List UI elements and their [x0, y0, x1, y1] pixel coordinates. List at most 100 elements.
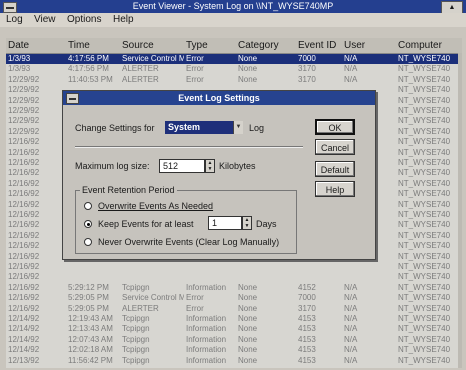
- table-row[interactable]: 12/29/92 11:40:53 PM ALERTER Error None 3170 N…: [6, 75, 462, 85]
- cell-type: Error: [186, 54, 204, 63]
- never-overwrite-radio[interactable]: [84, 238, 92, 246]
- cell-time: 5:29:05 PM: [68, 303, 109, 313]
- cell-source: Tcpipgn: [122, 345, 150, 355]
- table-row[interactable]: 12/14/92 12:13:43 AM Tcpipgn Information Non…: [6, 324, 462, 334]
- help-button[interactable]: Help: [315, 181, 355, 197]
- cell-date: 12/16/92: [8, 293, 40, 303]
- max-size-label: Maximum log size:: [75, 161, 150, 171]
- cell-computer: NT_WYSE740: [398, 137, 451, 147]
- cell-date: 12/29/92: [8, 74, 40, 84]
- cell-date: 12/16/92: [8, 178, 40, 188]
- cell-computer: NT_WYSE740: [398, 220, 451, 230]
- cell-computer: NT_WYSE740: [398, 126, 451, 136]
- cell-time: 5:29:05 PM: [68, 293, 109, 303]
- cell-computer: NT_WYSE740: [398, 116, 451, 126]
- keep-days-unit: Days: [256, 219, 277, 229]
- table-row[interactable]: 12/16/92 NT_WYSE740: [6, 262, 462, 272]
- max-size-spinner[interactable]: ▲ ▼: [205, 159, 215, 173]
- keep-days-input[interactable]: 1: [208, 216, 242, 230]
- menu-options[interactable]: Options: [67, 14, 101, 25]
- table-row[interactable]: 12/16/92 5:29:12 PM Tcpipgn Information None…: [6, 283, 462, 293]
- column-header-type[interactable]: Type: [186, 40, 208, 51]
- cell-computer: NT_WYSE740: [398, 355, 451, 365]
- menu-bar: Log View Options Help: [0, 13, 466, 27]
- cell-computer: NT_WYSE740: [398, 158, 451, 167]
- never-overwrite-label[interactable]: Never Overwrite Events (Clear Log Manual…: [98, 237, 279, 247]
- cell-event-id: 3170: [298, 64, 316, 74]
- cell-time: 4:17:56 PM: [68, 54, 109, 63]
- column-header-computer[interactable]: Computer: [398, 40, 442, 51]
- table-row[interactable]: 12/14/92 12:07:43 AM Tcpipgn Information Non…: [6, 335, 462, 345]
- column-header-source[interactable]: Source: [122, 40, 154, 51]
- event-log-settings-dialog: Event Log Settings Change Settings for S…: [62, 90, 376, 260]
- title-bar: Event Viewer - System Log on \\NT_WYSE74…: [0, 0, 466, 14]
- cell-date: 12/29/92: [8, 116, 40, 126]
- window-title: Event Viewer - System Log on \\NT_WYSE74…: [132, 1, 334, 11]
- column-header-category[interactable]: Category: [238, 40, 279, 51]
- table-row[interactable]: 12/16/92 5:29:05 PM Service Control Mc Erro…: [6, 293, 462, 303]
- cancel-button[interactable]: Cancel: [315, 139, 355, 155]
- log-select[interactable]: System ▼: [165, 121, 243, 134]
- cell-date: 12/16/92: [8, 137, 40, 147]
- table-row[interactable]: 12/14/92 12:02:18 AM Tcpipgn Information Non…: [6, 345, 462, 355]
- cell-computer: NT_WYSE740: [398, 262, 451, 271]
- menu-help[interactable]: Help: [113, 14, 134, 25]
- dialog-system-menu-icon[interactable]: [66, 93, 79, 104]
- cell-category: None: [238, 355, 258, 365]
- cell-computer: NT_WYSE740: [398, 189, 451, 199]
- max-size-input[interactable]: 512: [159, 159, 205, 173]
- cell-date: 12/16/92: [8, 262, 40, 271]
- column-header-event-id[interactable]: Event ID: [298, 40, 336, 51]
- cell-type: Information: [186, 314, 227, 323]
- cell-computer: NT_WYSE740: [398, 168, 451, 178]
- default-button[interactable]: Default: [315, 161, 355, 177]
- cell-source: Service Control Mc: [122, 293, 184, 303]
- keep-events-radio[interactable]: [84, 220, 92, 228]
- log-suffix-label: Log: [249, 123, 265, 133]
- ok-button[interactable]: OK: [315, 119, 355, 135]
- keep-events-label[interactable]: Keep Events for at least: [98, 219, 194, 229]
- cell-time: 4:17:56 PM: [68, 64, 109, 74]
- cell-date: 12/16/92: [8, 210, 40, 219]
- table-row[interactable]: 12/14/92 12:19:43 AM Tcpipgn Information Non…: [6, 314, 462, 324]
- cell-date: 12/16/92: [8, 230, 40, 240]
- keep-days-spinner[interactable]: ▲ ▼: [242, 216, 252, 230]
- cell-user: N/A: [344, 74, 358, 84]
- cell-event-id: 7000: [298, 293, 316, 303]
- cell-date: 12/14/92: [8, 334, 40, 344]
- column-header-date[interactable]: Date: [8, 40, 29, 51]
- cell-type: Information: [186, 355, 227, 365]
- table-row[interactable]: 1/3/93 4:17:56 PM Service Control Mc Error N…: [6, 54, 462, 64]
- cell-user: N/A: [344, 345, 358, 355]
- chevron-down-icon[interactable]: ▼: [233, 121, 243, 134]
- menu-view[interactable]: View: [34, 14, 56, 25]
- cell-date: 1/3/93: [8, 64, 31, 74]
- retention-group-title: Event Retention Period: [80, 185, 177, 195]
- cell-computer: NT_WYSE740: [398, 199, 451, 209]
- cell-date: 12/13/92: [8, 355, 40, 365]
- cell-source: Tcpipgn: [122, 324, 150, 334]
- column-header-row: Date Time Source Type Category Event ID …: [6, 38, 462, 54]
- dialog-title: Event Log Settings: [63, 91, 375, 105]
- cell-computer: NT_WYSE740: [398, 293, 451, 303]
- cell-category: None: [238, 303, 258, 313]
- overwrite-as-needed-radio[interactable]: [84, 202, 92, 210]
- cell-date: 12/29/92: [8, 85, 40, 95]
- table-row[interactable]: 12/13/92 11:56:42 PM Tcpipgn Information Non…: [6, 356, 462, 366]
- cell-event-id: 4153: [298, 334, 316, 344]
- table-row[interactable]: 1/3/93 4:17:56 PM ALERTER Error None 3170 N/A N…: [6, 64, 462, 74]
- table-row[interactable]: 12/16/92 5:29:05 PM ALERTER Error None 3170 N/…: [6, 304, 462, 314]
- menu-log[interactable]: Log: [6, 14, 23, 25]
- vertical-scrollbar[interactable]: [458, 53, 462, 368]
- cell-computer: NT_WYSE740: [398, 64, 451, 74]
- column-header-user[interactable]: User: [344, 40, 365, 51]
- table-row[interactable]: 12/16/92 NT_WYSE740: [6, 272, 462, 282]
- cell-category: None: [238, 54, 258, 63]
- cell-source: ALERTER: [122, 64, 159, 74]
- column-header-time[interactable]: Time: [68, 40, 90, 51]
- cell-event-id: 7000: [298, 54, 316, 63]
- cell-event-id: 3170: [298, 74, 316, 84]
- cell-user: N/A: [344, 282, 358, 292]
- cell-time: 5:29:12 PM: [68, 282, 109, 292]
- overwrite-as-needed-label[interactable]: Overwrite Events As Needed: [98, 201, 213, 211]
